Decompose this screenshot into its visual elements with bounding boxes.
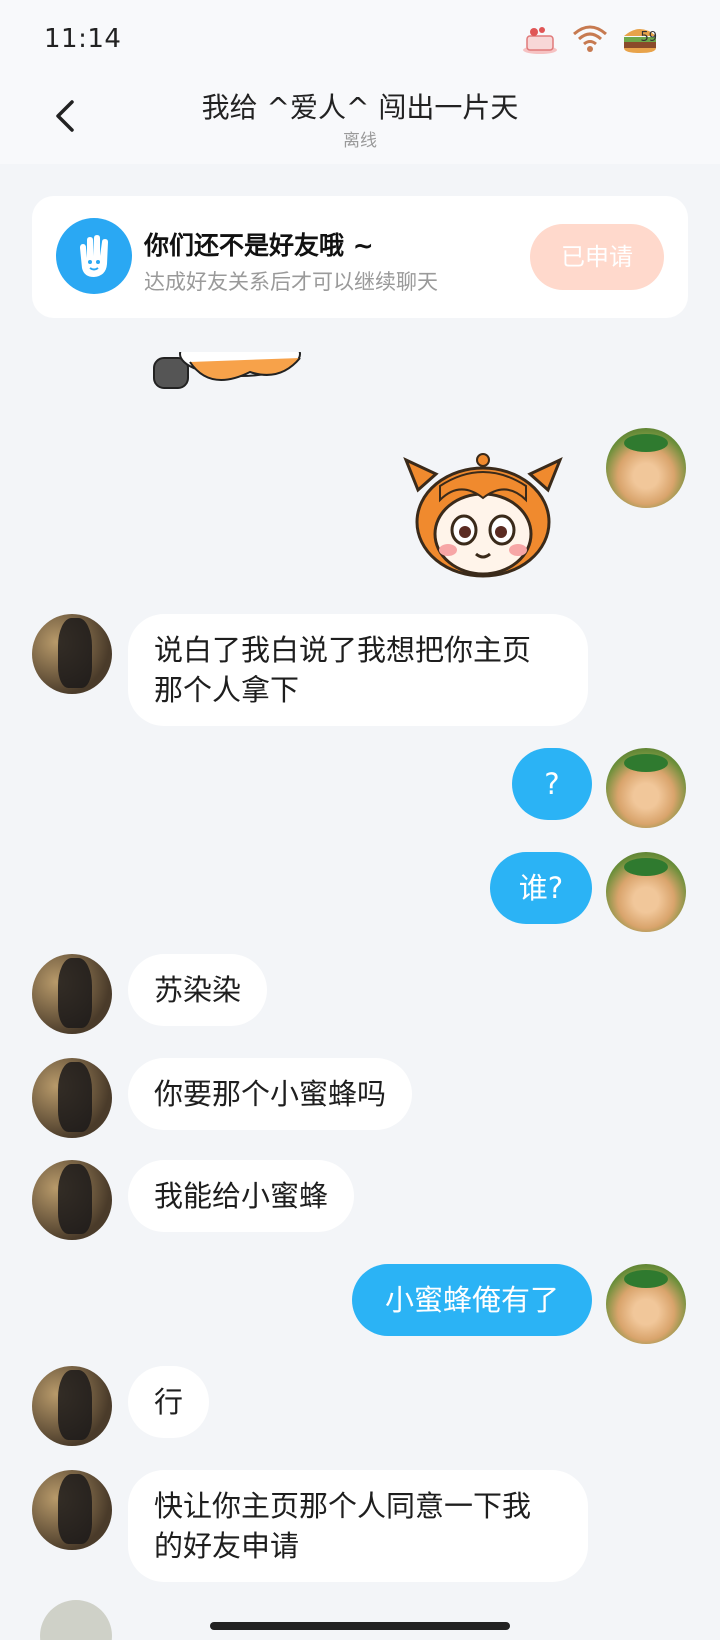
not-friends-notice: 你们还不是好友哦 ~ 达成好友关系后才可以继续聊天 已申请 <box>32 196 688 318</box>
battery-icon: 59 <box>620 20 660 56</box>
message-bubble[interactable]: 快让你主页那个人同意一下我 的好友申请 <box>128 1470 588 1582</box>
message-bubble[interactable]: 谁? <box>490 852 592 924</box>
notice-description: 达成好友关系后才可以继续聊天 <box>144 270 438 294</box>
sticker-image <box>150 352 310 396</box>
notice-title: 你们还不是好友哦 ~ <box>144 231 374 260</box>
my-avatar[interactable] <box>606 428 686 508</box>
message-bubble[interactable]: 说白了我白说了我想把你主页 那个人拿下 <box>128 614 588 726</box>
message-bubble[interactable]: 你要那个小蜜蜂吗 <box>128 1058 413 1130</box>
message-bubble[interactable]: 苏染染 <box>128 954 268 1026</box>
chat-header: 我给 ^爱人^ 闯出一片天 离线 <box>0 80 720 164</box>
online-status: 离线 <box>343 131 377 151</box>
message-bubble[interactable]: ? <box>512 748 592 820</box>
contact-avatar[interactable] <box>32 1366 112 1446</box>
contact-avatar[interactable] <box>32 1058 112 1138</box>
my-avatar[interactable] <box>606 1264 686 1344</box>
status-time: 11:14 <box>44 24 122 54</box>
my-avatar[interactable] <box>606 852 686 932</box>
contact-avatar[interactable] <box>32 1470 112 1550</box>
applied-button[interactable]: 已申请 <box>530 224 664 290</box>
message-bubble[interactable]: 我能给小蜜蜂 <box>128 1160 355 1232</box>
waving-hand-icon <box>56 218 132 294</box>
status-bar: 11:14 59 <box>0 0 720 80</box>
contact-avatar[interactable] <box>32 614 112 694</box>
contact-avatar[interactable] <box>32 1160 112 1240</box>
wifi-icon <box>570 20 610 56</box>
contact-avatar[interactable] <box>40 1600 112 1640</box>
message-bubble[interactable]: 小蜜蜂俺有了 <box>352 1264 592 1336</box>
message-bubble[interactable]: 行 <box>128 1366 210 1438</box>
status-icons: 59 <box>520 20 660 56</box>
chat-title: 我给 ^爱人^ 闯出一片天 <box>201 91 519 124</box>
cake-status-icon <box>520 20 560 56</box>
battery-level: 59 <box>640 30 657 45</box>
contact-avatar[interactable] <box>32 954 112 1034</box>
home-indicator[interactable] <box>210 1622 510 1630</box>
my-avatar[interactable] <box>606 748 686 828</box>
sticker-image <box>400 440 566 580</box>
